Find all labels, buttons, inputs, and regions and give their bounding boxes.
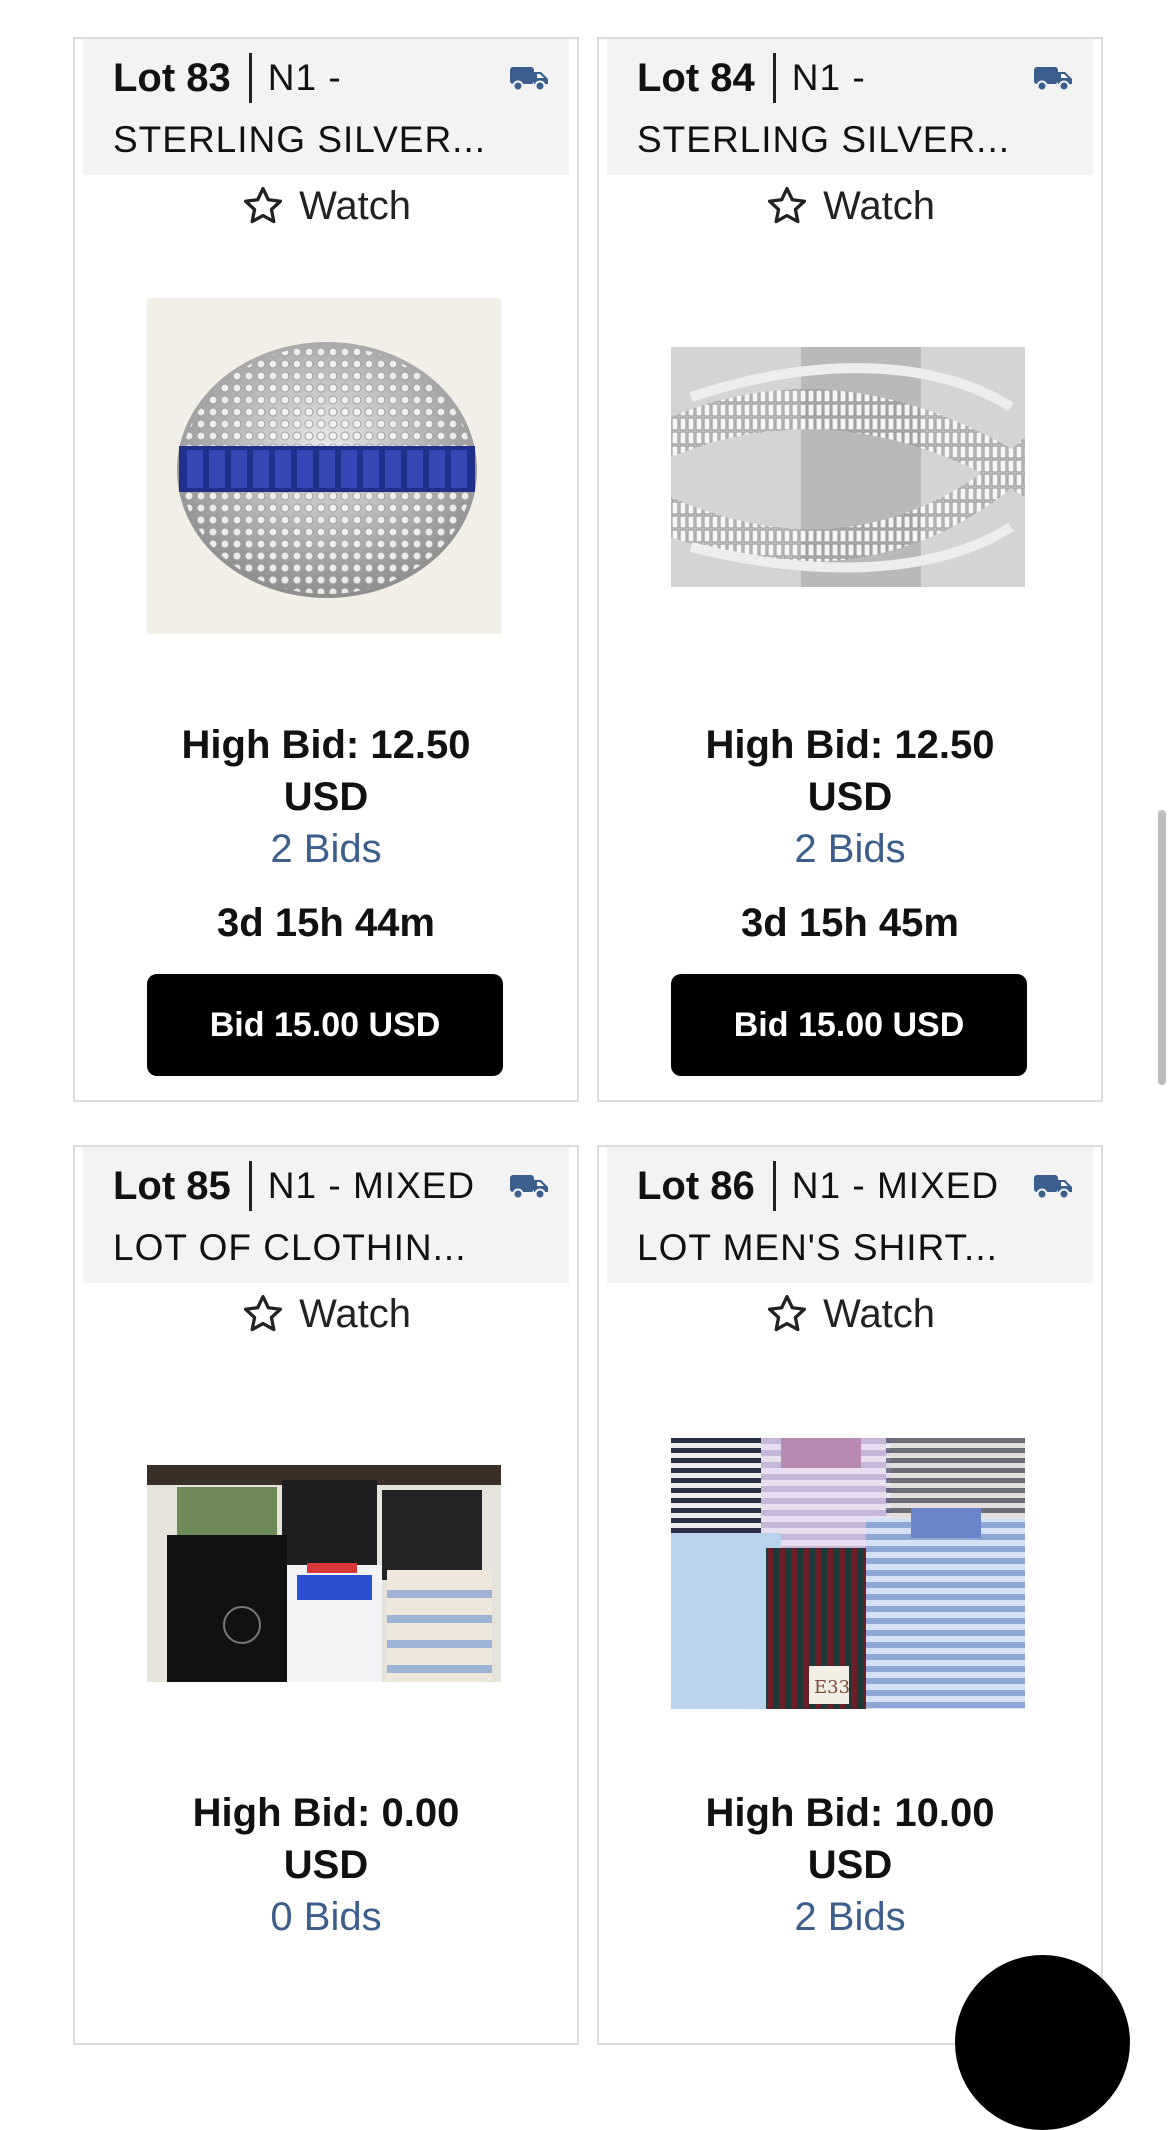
time-remaining: 3d 15h 45m	[741, 901, 959, 945]
divider	[772, 1161, 776, 1211]
clothing-lot-photo[interactable]	[147, 1465, 501, 1682]
watch-button[interactable]: Watch	[75, 1289, 577, 1339]
bids-count-link[interactable]: 2 Bids	[599, 823, 1101, 875]
lot-card-84[interactable]: Lot 84 N1 - STERLING SILVER... Watch Hig…	[597, 37, 1103, 1102]
high-bid-currency: USD	[283, 1843, 369, 1887]
high-bid-currency: USD	[283, 775, 369, 819]
bids-count-link[interactable]: 2 Bids	[599, 1891, 1101, 1943]
high-bid-amount: High Bid: 0.00	[192, 1791, 460, 1835]
bid-info: High Bid: 0.00 USD 0 Bids	[75, 1787, 577, 1943]
lot-card-83[interactable]: Lot 83 N1 - STERLING SILVER... Watch Hig…	[73, 37, 579, 1102]
floating-action-button[interactable]	[955, 1955, 1130, 2130]
watch-label: Watch	[299, 183, 411, 228]
clothing-image-icon	[147, 1465, 501, 1682]
sapphire-diamond-ring-photo[interactable]	[147, 298, 501, 634]
lot-title-line1: N1 -	[791, 57, 866, 98]
shipping-truck-icon	[510, 1175, 548, 1200]
divider	[248, 1161, 252, 1211]
lot-title-line2: LOT MEN'S SHIRT...	[637, 1227, 998, 1268]
lot-card-85[interactable]: Lot 85 N1 - MIXED LOT OF CLOTHIN... Watc…	[73, 1145, 579, 2045]
high-bid-amount: High Bid: 12.50	[181, 723, 471, 767]
shipping-truck-icon	[510, 67, 548, 92]
ring-image-icon	[671, 347, 1025, 587]
watch-button[interactable]: Watch	[75, 181, 577, 231]
bids-count-link[interactable]: 2 Bids	[75, 823, 577, 875]
lot-header[interactable]: Lot 83 N1 - STERLING SILVER...	[83, 39, 569, 175]
bid-info: High Bid: 12.50 USD 2 Bids 3d 15h 44m	[75, 719, 577, 949]
lot-title-line1: N1 - MIXED	[267, 1165, 476, 1206]
shipping-truck-icon	[1034, 1175, 1072, 1200]
mens-shirts-photo[interactable]: E33	[671, 1438, 1025, 1709]
lot-header[interactable]: Lot 86 N1 - MIXED LOT MEN'S SHIRT...	[607, 1147, 1093, 1283]
lot-number: Lot 84	[637, 55, 755, 100]
divider	[248, 53, 252, 103]
bid-info: High Bid: 12.50 USD 2 Bids 3d 15h 45m	[599, 719, 1101, 949]
high-bid-amount: High Bid: 12.50	[705, 723, 995, 767]
watch-label: Watch	[823, 1291, 935, 1336]
star-outline-icon	[243, 1294, 283, 1332]
watch-button[interactable]: Watch	[599, 1289, 1101, 1339]
high-bid-currency: USD	[807, 1843, 893, 1887]
lot-header[interactable]: Lot 85 N1 - MIXED LOT OF CLOTHIN...	[83, 1147, 569, 1283]
star-outline-icon	[767, 186, 807, 224]
ring-image-icon	[177, 342, 477, 598]
bid-button[interactable]: Bid 15.00 USD	[147, 974, 503, 1076]
lot-title-line1: N1 - MIXED	[791, 1165, 1000, 1206]
star-outline-icon	[767, 1294, 807, 1332]
high-bid-currency: USD	[807, 775, 893, 819]
bids-count-link[interactable]: 0 Bids	[75, 1891, 577, 1943]
lot-number: Lot 85	[113, 1163, 231, 1208]
tag-label: E33	[814, 1677, 850, 1698]
bid-info: High Bid: 10.00 USD 2 Bids	[599, 1787, 1101, 1943]
watch-button[interactable]: Watch	[599, 181, 1101, 231]
lot-card-86[interactable]: Lot 86 N1 - MIXED LOT MEN'S SHIRT... Wat…	[597, 1145, 1103, 2045]
lot-title-line2: LOT OF CLOTHIN...	[113, 1227, 467, 1268]
lot-number: Lot 86	[637, 1163, 755, 1208]
time-remaining: 3d 15h 44m	[217, 901, 435, 945]
bid-button[interactable]: Bid 15.00 USD	[671, 974, 1027, 1076]
lot-header[interactable]: Lot 84 N1 - STERLING SILVER...	[607, 39, 1093, 175]
shirts-image-icon: E33	[671, 1438, 1025, 1709]
lot-number: Lot 83	[113, 55, 231, 100]
watch-label: Watch	[299, 1291, 411, 1336]
page-scrollbar[interactable]	[1158, 810, 1166, 1085]
watch-label: Watch	[823, 183, 935, 228]
high-bid-amount: High Bid: 10.00	[705, 1791, 995, 1835]
star-outline-icon	[243, 186, 283, 224]
shipping-truck-icon	[1034, 67, 1072, 92]
lot-title-line1: N1 -	[267, 57, 342, 98]
lot-title-line2: STERLING SILVER...	[637, 119, 1011, 160]
lot-title-line2: STERLING SILVER...	[113, 119, 487, 160]
crossover-diamond-ring-photo[interactable]	[671, 347, 1025, 587]
divider	[772, 53, 776, 103]
